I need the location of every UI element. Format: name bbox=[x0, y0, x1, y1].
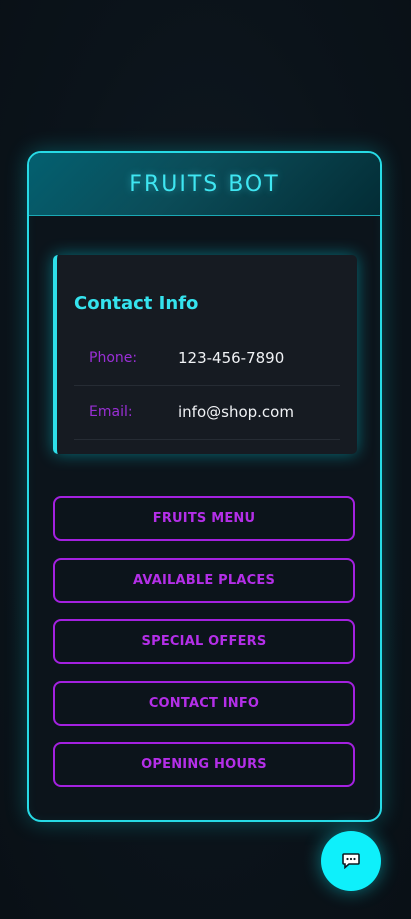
page-title: FRUITS BOT bbox=[129, 171, 280, 197]
contact-info-button[interactable]: CONTACT INFO bbox=[53, 681, 355, 726]
panel-header: FRUITS BOT bbox=[29, 153, 380, 216]
chatbot-panel: FRUITS BOT Contact Info Phone: 123-456-7… bbox=[27, 151, 382, 822]
phone-value: 123-456-7890 bbox=[178, 349, 285, 367]
chat-button[interactable] bbox=[321, 831, 381, 891]
email-value: info@shop.com bbox=[178, 403, 294, 421]
contact-info-card: Contact Info Phone: 123-456-7890 Email: … bbox=[53, 255, 357, 454]
opening-hours-button[interactable]: OPENING HOURS bbox=[53, 742, 355, 787]
chat-bubble-icon bbox=[342, 853, 360, 869]
phone-row: Phone: 123-456-7890 bbox=[74, 331, 340, 386]
available-places-button[interactable]: AVAILABLE PLACES bbox=[53, 558, 355, 603]
fruits-menu-button[interactable]: FRUITS MENU bbox=[53, 496, 355, 541]
phone-label: Phone: bbox=[89, 350, 138, 366]
email-row: Email: info@shop.com bbox=[74, 385, 340, 440]
email-label: Email: bbox=[89, 404, 133, 420]
contact-card-title: Contact Info bbox=[74, 293, 199, 314]
special-offers-button[interactable]: SPECIAL OFFERS bbox=[53, 619, 355, 664]
